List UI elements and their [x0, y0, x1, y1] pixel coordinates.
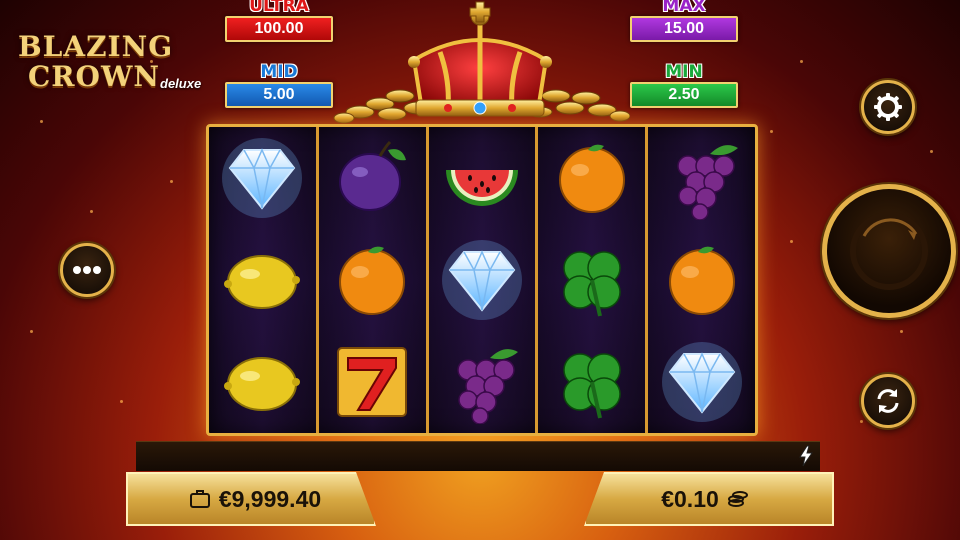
grapes-symbol-icon: [457, 349, 518, 424]
reel-4: [538, 127, 649, 433]
menu-button[interactable]: [60, 243, 114, 297]
spin-arrow-icon: [850, 212, 928, 290]
jackpot-ultra: ULTRA 100.00: [225, 0, 333, 42]
jackpot-min-value: 2.50: [630, 82, 738, 108]
watermelon-symbol-icon: [445, 170, 518, 206]
reel-cell: [648, 331, 755, 433]
jackpot-max-label: MAX: [662, 0, 706, 16]
reel-cell: [319, 127, 426, 229]
seven-symbol-icon: [337, 347, 408, 417]
spin-button[interactable]: [822, 184, 956, 318]
reel-5: [648, 127, 755, 433]
diamond-symbol-icon: [222, 138, 303, 218]
briefcase-icon: [189, 490, 210, 508]
diamond-symbol-icon: [441, 240, 522, 320]
jackpot-min: MIN 2.50: [630, 62, 738, 108]
reel-cell: [319, 229, 426, 331]
orange-symbol-icon: [339, 246, 406, 315]
lemon-symbol-icon: [224, 255, 301, 309]
logo-line-1: BLAZING: [18, 30, 174, 63]
jackpot-mid-value: 5.00: [225, 82, 333, 108]
lemon-symbol-icon: [224, 357, 301, 411]
plum-symbol-icon: [339, 140, 407, 211]
logo-line-3: deluxe: [160, 76, 202, 91]
reel-cell: [209, 331, 316, 433]
jackpot-mid-label: MID: [260, 62, 298, 82]
turbo-bolt-icon[interactable]: [797, 445, 815, 467]
jackpot-max-value: 15.00: [630, 16, 738, 42]
bet-display[interactable]: €0.10: [584, 472, 834, 526]
settings-button[interactable]: [861, 80, 915, 134]
grapes-symbol-icon: [676, 145, 738, 220]
coins-icon: [727, 491, 748, 507]
reel-cell: [209, 127, 316, 229]
reel-3: [428, 127, 539, 433]
reel-cell: [538, 127, 645, 229]
reel-cell: [209, 229, 316, 331]
reel-2: [318, 127, 429, 433]
bet-value: €0.10: [661, 485, 719, 512]
clover-symbol-icon: [563, 353, 621, 419]
reel-cell: [319, 331, 426, 433]
balance-value: €9,999.40: [218, 485, 322, 512]
jackpot-min-label: MIN: [665, 62, 703, 82]
orange-symbol-icon: [668, 246, 735, 315]
reel-cell: [429, 127, 536, 229]
game-logo: BLAZING CROWN deluxe: [18, 30, 202, 92]
jackpot-ultra-value: 100.00: [225, 16, 333, 42]
jackpot-max: MAX 15.00: [630, 0, 738, 42]
reel-1: [209, 127, 319, 433]
crown-icon: [333, 1, 630, 124]
ellipsis-icon: [73, 266, 101, 274]
autoplay-button[interactable]: [861, 374, 915, 428]
reel-grid: [206, 124, 758, 436]
clover-symbol-icon: [563, 251, 621, 317]
jackpot-mid: MID 5.00: [225, 62, 333, 108]
diamond-symbol-icon: [661, 342, 742, 422]
autoplay-icon: [877, 389, 899, 413]
gear-icon: [874, 93, 902, 121]
reel-cell: [538, 331, 645, 433]
orange-symbol-icon: [558, 144, 625, 213]
jackpot-ultra-label: ULTRA: [249, 0, 309, 16]
reel-cell: [429, 229, 536, 331]
reel-cell: [648, 127, 755, 229]
reel-cell: [538, 229, 645, 331]
reel-cell: [429, 331, 536, 433]
balance-display[interactable]: €9,999.40: [126, 472, 376, 526]
reel-cell: [648, 229, 755, 331]
info-strip: [136, 441, 820, 471]
